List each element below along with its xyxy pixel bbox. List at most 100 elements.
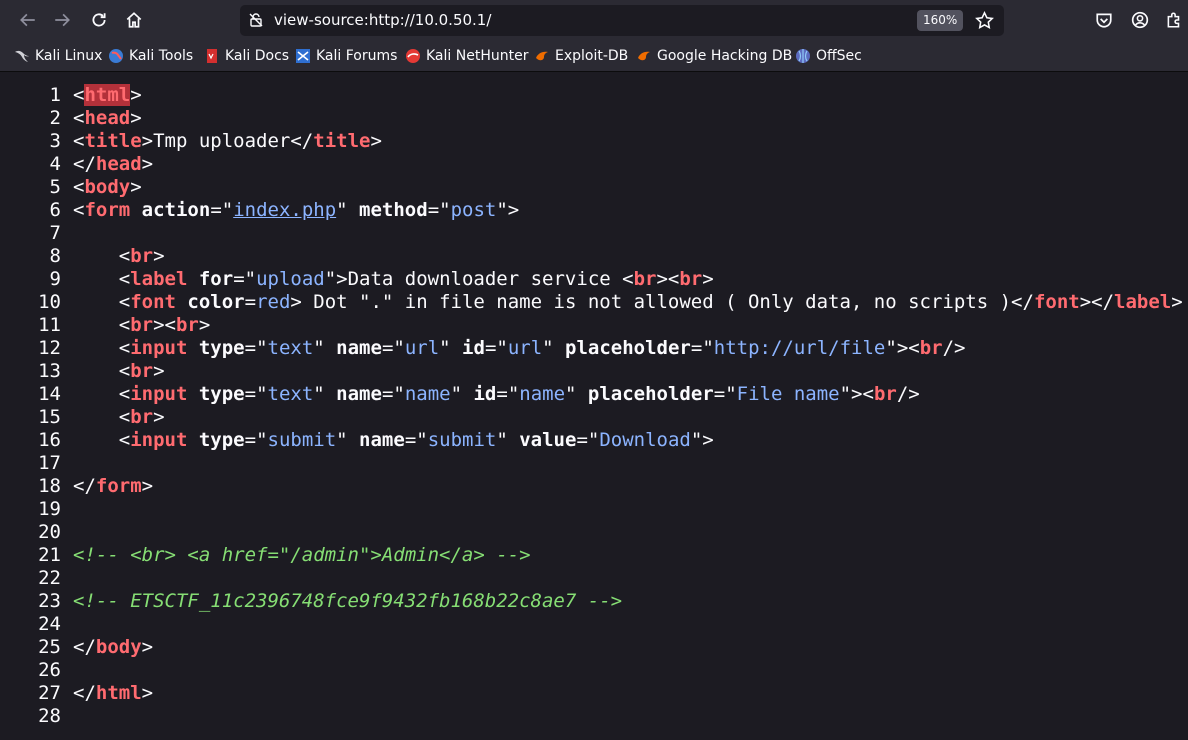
attribute-name: name — [336, 337, 382, 359]
source-text: =" — [404, 429, 428, 451]
url-bar[interactable]: view-source:http://10.0.50.1/ 160% — [240, 5, 1004, 36]
attribute-name: for — [198, 268, 234, 290]
tag-name: br — [130, 314, 154, 336]
reload-button[interactable] — [85, 6, 113, 34]
tag-name: head — [95, 153, 142, 175]
line-number: 3 — [49, 130, 61, 152]
line-code: <body> — [73, 176, 142, 199]
source-text: ">< — [885, 337, 920, 359]
line-number: 8 — [49, 245, 61, 267]
account-button[interactable] — [1126, 6, 1154, 34]
attribute-value: submit — [267, 429, 337, 451]
line-code: <head> — [73, 107, 142, 130]
attribute-name: placeholder — [587, 383, 714, 405]
kali-nethunter-icon — [406, 49, 420, 63]
tag-name: br — [633, 268, 657, 290]
forward-button[interactable] — [48, 6, 76, 34]
html-comment: <!-- ETSCTF_11c2396748fce9f9432fb168b22c… — [73, 590, 623, 612]
source-text — [187, 429, 198, 451]
source-text: " — [336, 199, 360, 221]
source-text: =" — [244, 383, 268, 405]
bookmark-kali-forums[interactable]: Kali Forums — [295, 46, 397, 66]
line-number: 7 — [49, 222, 61, 244]
pocket-icon — [1096, 13, 1112, 28]
source-text: > — [141, 475, 154, 497]
source-text: =" — [210, 199, 234, 221]
attribute-value: post — [450, 199, 497, 221]
source-text: < — [73, 314, 131, 336]
extensions-button[interactable] — [1162, 6, 1186, 34]
attribute-name: id — [473, 383, 497, 405]
source-text: >< — [153, 314, 176, 336]
pocket-button[interactable] — [1090, 6, 1118, 34]
line-code: <br><br> — [73, 314, 211, 337]
source-text: < — [73, 383, 131, 405]
attribute-name: placeholder — [565, 337, 691, 359]
bookmark-kali-nethunter[interactable]: Kali NetHunter — [405, 46, 528, 66]
line-code: <font color=red> Dot "." in file name is… — [73, 291, 1183, 314]
bookmark-exploit-db[interactable]: Exploit-DB — [534, 46, 628, 66]
html-comment: <!-- <br> <a href="/admin">Admin</a> --> — [73, 544, 531, 566]
tag-name: br — [130, 245, 154, 267]
line-code: <html> — [73, 84, 142, 107]
attribute-value: url — [404, 337, 440, 359]
bookmark-offsec[interactable]: OffSec — [795, 46, 862, 66]
line-code: </head> — [73, 153, 153, 176]
bookmark-star-icon[interactable] — [975, 11, 994, 30]
bookmark-kali-tools[interactable]: Kali Tools — [108, 46, 193, 66]
source-text: < — [73, 291, 131, 313]
source-text: > — [141, 153, 154, 175]
tag-name: input — [130, 429, 188, 451]
highlighted-tag-name: html — [84, 84, 131, 106]
attribute-value: File name — [736, 383, 840, 405]
reload-icon — [92, 13, 106, 27]
kali-dragon-icon — [15, 50, 29, 62]
line-number: 16 — [38, 429, 61, 451]
line-number: 12 — [38, 337, 61, 359]
source-text: " — [439, 337, 463, 359]
arrow-right-icon — [55, 13, 70, 27]
source-text: < — [73, 337, 131, 359]
line-number: 6 — [49, 199, 61, 221]
bookmark-kali-linux[interactable]: Kali Linux — [14, 46, 102, 66]
attribute-name: name — [359, 429, 405, 451]
line-number: 23 — [38, 590, 61, 612]
back-button[interactable] — [14, 6, 42, 34]
line-code: </body> — [73, 636, 153, 659]
source-text: >< — [656, 268, 680, 290]
source-text: > — [141, 682, 154, 704]
bookmark-label: Exploit-DB — [555, 48, 629, 64]
zoom-level-button[interactable]: 160% — [917, 10, 964, 31]
source-text: </ — [73, 636, 96, 658]
attribute-name: value — [519, 429, 577, 451]
attribute-name: id — [462, 337, 485, 359]
source-text: =" — [713, 383, 737, 405]
bookmark-kali-docs[interactable]: Kali Docs — [204, 46, 289, 66]
source-text: =" — [484, 337, 508, 359]
bookmark-google-hacking-db[interactable]: Google Hacking DB — [636, 46, 792, 66]
tag-name: br — [919, 337, 943, 359]
exploit-db-icon — [536, 51, 548, 61]
home-icon — [126, 12, 142, 28]
line-code: </form> — [73, 475, 153, 498]
source-text: > — [153, 360, 165, 382]
tag-name: body — [84, 176, 131, 198]
line-number: 5 — [49, 176, 61, 198]
source-text: " — [496, 429, 520, 451]
source-text: /> — [896, 383, 920, 405]
source-text: > — [198, 314, 211, 336]
source-text: " — [542, 337, 566, 359]
line-number: 27 — [38, 682, 61, 704]
source-text: > — [130, 107, 142, 129]
url-text[interactable]: view-source:http://10.0.50.1/ — [274, 11, 491, 29]
source-text: > — [130, 84, 142, 106]
source-text: < — [73, 84, 85, 106]
arrow-left-icon — [20, 13, 35, 27]
extensions-icon — [1167, 12, 1180, 28]
source-text: </ — [73, 153, 96, 175]
source-text — [130, 199, 141, 221]
source-link[interactable]: index.php — [233, 199, 336, 221]
home-button[interactable] — [120, 6, 148, 34]
tag-name: head — [84, 107, 131, 129]
line-number: 25 — [38, 636, 61, 658]
